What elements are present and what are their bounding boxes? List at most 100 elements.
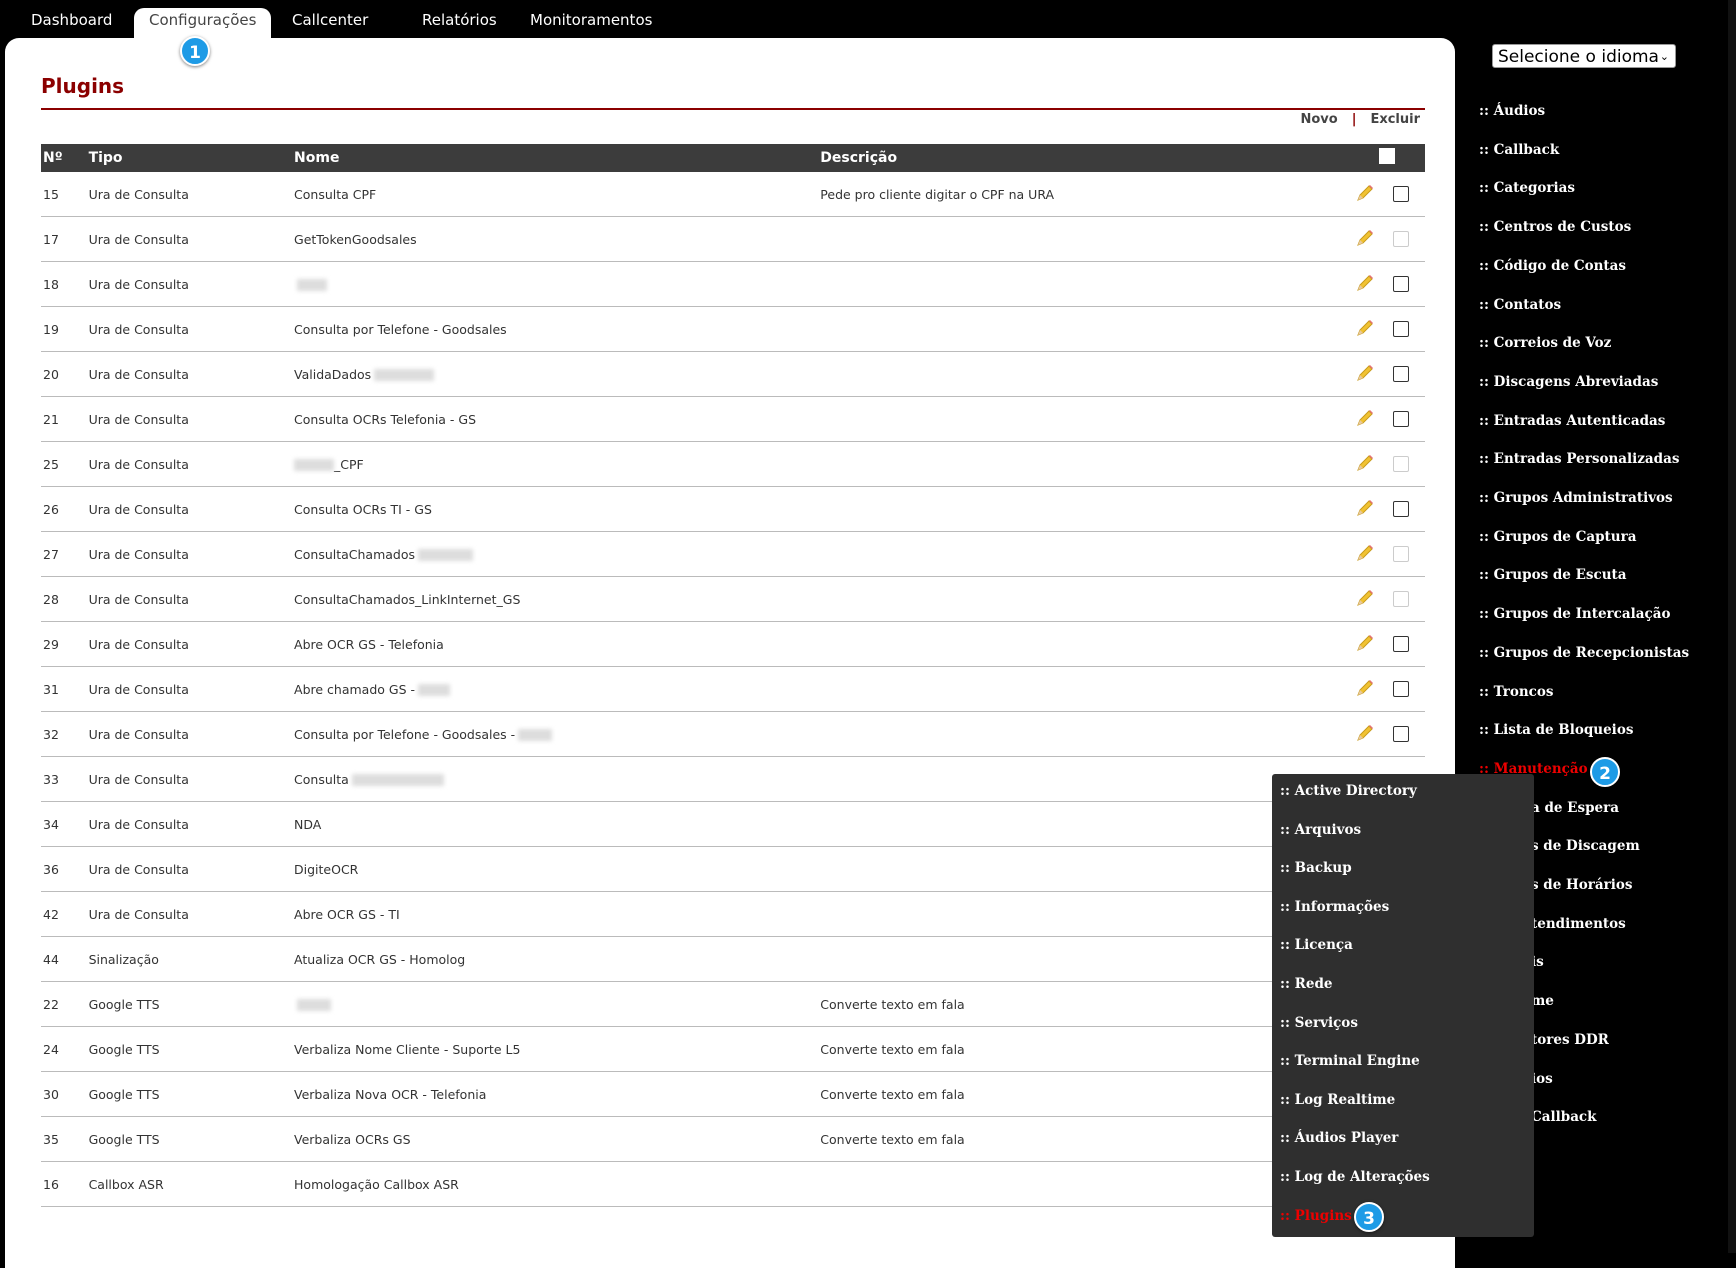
- sidebar-item[interactable]: :: Discagens Abreviadas: [1479, 374, 1658, 390]
- edit-pencil-icon[interactable]: [1355, 633, 1375, 656]
- select-all-checkbox[interactable]: [1379, 148, 1396, 164]
- submenu-item[interactable]: :: Informações: [1280, 899, 1389, 915]
- row-checkbox[interactable]: [1393, 636, 1410, 653]
- header-actions: [1334, 144, 1378, 172]
- edit-pencil-icon[interactable]: [1355, 183, 1375, 206]
- table-row: 21 Ura de Consulta Consulta OCRs Telefonia…: [41, 396, 1425, 442]
- redacted-text: [374, 369, 435, 381]
- row-nome: [292, 981, 819, 1027]
- row-nome: ConsultaChamados_LinkInternet_GS: [292, 576, 819, 622]
- sidebar-item[interactable]: :: Entradas Personalizadas: [1479, 451, 1679, 467]
- sidebar-item[interactable]: Callback: [1531, 1109, 1597, 1125]
- row-tipo: Ura de Consulta: [86, 711, 293, 757]
- edit-pencil-icon[interactable]: [1355, 318, 1375, 341]
- row-checkbox[interactable]: [1393, 411, 1410, 428]
- submenu-item[interactable]: :: Backup: [1280, 860, 1352, 876]
- row-nome-text: Consulta OCRs TI - GS: [294, 501, 432, 517]
- row-checkbox[interactable]: [1393, 321, 1410, 338]
- submenu-item[interactable]: :: Rede: [1280, 976, 1333, 992]
- edit-pencil-icon[interactable]: [1355, 498, 1375, 521]
- tab-relatorios[interactable]: Relatórios: [422, 8, 497, 38]
- row-nome-text: _CPF: [334, 456, 364, 472]
- edit-pencil-icon[interactable]: [1355, 543, 1375, 566]
- sidebar-item[interactable]: :: Áudios: [1479, 103, 1545, 119]
- sidebar-item[interactable]: :: Grupos Administrativos: [1479, 490, 1673, 506]
- sidebar-item[interactable]: :: Contatos: [1479, 297, 1561, 313]
- row-descricao: [818, 261, 1334, 307]
- sidebar-item[interactable]: s de Horários: [1531, 877, 1633, 893]
- edit-pencil-icon[interactable]: [1355, 273, 1375, 296]
- sidebar-item[interactable]: :: Grupos de Escuta: [1479, 567, 1627, 583]
- row-tipo: Google TTS: [86, 1116, 293, 1162]
- row-checkbox[interactable]: [1393, 276, 1410, 293]
- sidebar-item[interactable]: tendimentos: [1531, 916, 1626, 932]
- sidebar-item[interactable]: :: Código de Contas: [1479, 258, 1626, 274]
- row-nome-text: Homologação Callbox ASR: [294, 1176, 459, 1192]
- edit-pencil-icon[interactable]: [1355, 363, 1375, 386]
- header-nome: Nome: [294, 150, 340, 166]
- row-checkbox[interactable]: [1393, 681, 1410, 698]
- sidebar-item[interactable]: ios: [1531, 1071, 1553, 1087]
- row-num: 31: [41, 666, 87, 712]
- sidebar-item[interactable]: :: Callback: [1479, 142, 1559, 158]
- sidebar-item[interactable]: :: Grupos de Captura: [1479, 529, 1636, 545]
- row-checkbox[interactable]: [1393, 501, 1410, 518]
- submenu-item[interactable]: :: Áudios Player: [1280, 1130, 1398, 1146]
- table-row: 36 Ura de Consulta DigiteOCR: [41, 846, 1425, 892]
- row-tipo: Ura de Consulta: [86, 261, 293, 307]
- row-checkbox[interactable]: [1393, 231, 1410, 248]
- sidebar-item[interactable]: :: Categorias: [1479, 180, 1575, 196]
- sidebar-item[interactable]: tores DDR: [1531, 1032, 1609, 1048]
- row-actions: [1333, 261, 1378, 307]
- sidebar-item[interactable]: :: Lista de Bloqueios: [1479, 722, 1633, 738]
- row-checkbox[interactable]: [1393, 546, 1410, 563]
- edit-pencil-icon[interactable]: [1355, 453, 1375, 476]
- edit-pencil-icon[interactable]: [1355, 588, 1375, 611]
- submenu-item[interactable]: :: Arquivos: [1280, 822, 1361, 838]
- row-nome: NDA: [292, 801, 819, 847]
- row-checkbox[interactable]: [1393, 591, 1410, 608]
- table-row: 24 Google TTS Verbaliza Nome Cliente - Sup…: [41, 1026, 1425, 1072]
- delete-button[interactable]: Excluir: [1370, 112, 1420, 127]
- row-select: [1377, 441, 1425, 487]
- row-select: [1377, 486, 1425, 532]
- new-button[interactable]: Novo: [1300, 112, 1337, 127]
- sidebar-item[interactable]: :: Troncos: [1479, 684, 1554, 700]
- submenu-item[interactable]: :: Active Directory: [1280, 783, 1417, 799]
- sidebar-item[interactable]: :: Centros de Custos: [1479, 219, 1631, 235]
- row-checkbox[interactable]: [1393, 186, 1410, 203]
- row-nome-text: Verbaliza OCRs GS: [294, 1131, 411, 1147]
- submenu-item[interactable]: :: Serviços: [1280, 1015, 1358, 1031]
- language-select[interactable]: Selecione o idioma ⌄: [1492, 44, 1676, 68]
- sidebar-item[interactable]: :: Grupos de Recepcionistas: [1479, 645, 1689, 661]
- submenu-item[interactable]: :: Log Realtime: [1280, 1092, 1395, 1108]
- sidebar-item[interactable]: :: Entradas Autenticadas: [1479, 413, 1665, 429]
- edit-pencil-icon[interactable]: [1355, 723, 1375, 746]
- tab-dashboard[interactable]: Dashboard: [31, 8, 112, 38]
- submenu-item[interactable]: :: Plugins: [1280, 1208, 1352, 1224]
- sidebar-item[interactable]: s de Discagem: [1531, 838, 1640, 854]
- edit-pencil-icon[interactable]: [1355, 678, 1375, 701]
- submenu-item[interactable]: :: Log de Alterações: [1280, 1169, 1430, 1185]
- header-select-all[interactable]: [1377, 144, 1425, 172]
- row-checkbox[interactable]: [1393, 726, 1410, 743]
- table-row: 29 Ura de Consulta Abre OCR GS - Telefonia: [41, 621, 1425, 667]
- submenu-item[interactable]: :: Terminal Engine: [1280, 1053, 1420, 1069]
- edit-pencil-icon[interactable]: [1355, 408, 1375, 431]
- tab-monitoramentos[interactable]: Monitoramentos: [530, 8, 652, 38]
- submenu-item[interactable]: :: Licença: [1280, 937, 1353, 953]
- scrollbar[interactable]: [1728, 0, 1736, 1253]
- sidebar-item[interactable]: me: [1531, 993, 1554, 1009]
- table-actions: Novo | Excluir: [1300, 112, 1420, 127]
- row-checkbox[interactable]: [1393, 456, 1410, 473]
- tab-configuracoes[interactable]: Configurações: [134, 8, 272, 42]
- edit-pencil-icon[interactable]: [1355, 228, 1375, 251]
- row-checkbox[interactable]: [1393, 366, 1410, 383]
- tab-callcenter[interactable]: Callcenter: [292, 8, 368, 38]
- row-tipo: Ura de Consulta: [86, 801, 293, 847]
- sidebar-item[interactable]: :: Correios de Voz: [1479, 335, 1611, 351]
- language-select-label: Selecione o idioma: [1498, 47, 1659, 67]
- row-select: [1377, 666, 1425, 712]
- sidebar-item[interactable]: :: Grupos de Intercalação: [1479, 606, 1670, 622]
- sidebar-item[interactable]: a de Espera: [1531, 800, 1619, 816]
